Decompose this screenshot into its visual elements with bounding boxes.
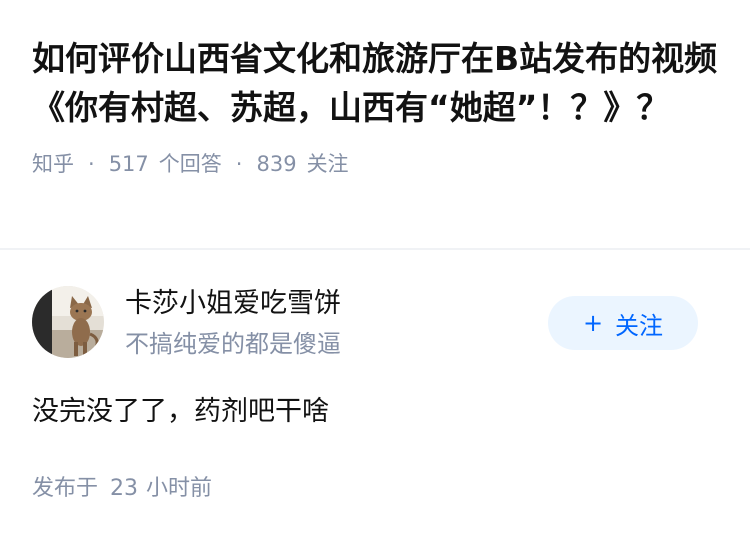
time-value: 23 bbox=[110, 476, 139, 501]
meta-separator: · bbox=[235, 152, 243, 176]
author-name[interactable]: 卡莎小姐爱吃雪饼 bbox=[125, 286, 341, 322]
answer-timestamp: 发布于 23 小时前 bbox=[32, 474, 212, 504]
question-header: 如何评价山西省文化和旅游厅在B站发布的视频《你有村超、苏超，山西有“她超”！？》… bbox=[0, 0, 750, 179]
section-divider bbox=[0, 248, 750, 250]
follow-button-label: 关注 bbox=[615, 311, 664, 340]
question-meta: 知乎 · 517 个回答 · 839 关注 bbox=[32, 149, 718, 179]
follow-button[interactable]: + 关注 bbox=[548, 296, 698, 350]
author-row: 卡莎小姐爱吃雪饼 不搞纯爱的都是傻逼 + 关注 bbox=[32, 284, 722, 360]
answer-content[interactable]: 没完没了了，药剂吧干啥 bbox=[32, 392, 329, 432]
time-prefix: 发布于 bbox=[32, 476, 99, 501]
zhihu-answer-page: 如何评价山西省文化和旅游厅在B站发布的视频《你有村超、苏超，山西有“她超”！？》… bbox=[0, 0, 750, 540]
author-avatar[interactable] bbox=[32, 286, 104, 358]
follower-count: 839 bbox=[256, 152, 297, 176]
author-bio: 不搞纯爱的都是傻逼 bbox=[125, 330, 341, 358]
time-unit: 小时前 bbox=[146, 476, 213, 501]
answer-count-label: 个回答 bbox=[158, 152, 222, 176]
question-title[interactable]: 如何评价山西省文化和旅游厅在B站发布的视频《你有村超、苏超，山西有“她超”！？》… bbox=[32, 34, 722, 132]
answer-count: 517 bbox=[108, 152, 149, 176]
answer-card: 卡莎小姐爱吃雪饼 不搞纯爱的都是傻逼 + 关注 bbox=[32, 284, 722, 360]
source-label: 知乎 bbox=[32, 152, 74, 176]
meta-separator: · bbox=[88, 152, 95, 176]
follower-label: 关注 bbox=[306, 152, 349, 176]
cat-avatar-icon bbox=[32, 286, 104, 358]
plus-icon: + bbox=[582, 309, 604, 337]
